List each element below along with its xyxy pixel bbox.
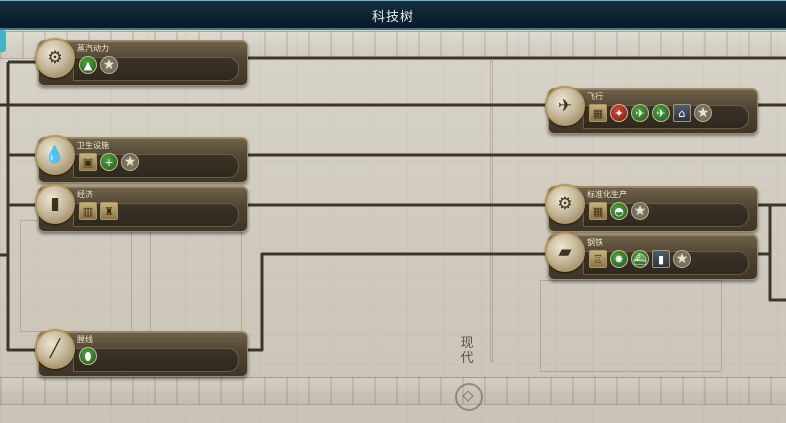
star-icon[interactable]: ★ bbox=[673, 250, 691, 268]
great-work-icon[interactable]: ✦ bbox=[610, 104, 628, 122]
tech-node-sanitation[interactable]: 💧 卫生设施 ▣ + ★ bbox=[35, 135, 248, 183]
tech-tree-title-bar: 科技树 bbox=[0, 0, 786, 30]
stock-exchange-icon[interactable]: ▥ bbox=[79, 202, 97, 220]
star-icon[interactable]: ★ bbox=[100, 56, 118, 74]
airplane-icon: ✈ bbox=[545, 86, 585, 126]
building-icon[interactable]: ▣ bbox=[79, 153, 97, 171]
tech-node-mass-production[interactable]: ⚙ 标准化生产 ▦ ◓ ★ bbox=[545, 184, 758, 232]
unlock-icons: ⬮ bbox=[79, 347, 97, 365]
tech-node-steam-power[interactable]: ⚙ 蒸汽动力 ▲ ★ bbox=[35, 38, 248, 86]
tech-name: 标准化生产 bbox=[587, 190, 627, 199]
unlock-icons: ♖ ✸ ⛴ ▮ ★ bbox=[589, 250, 691, 268]
health-plus-icon[interactable]: + bbox=[100, 153, 118, 171]
window-title: 科技树 bbox=[371, 10, 414, 25]
landscape-icon[interactable]: ▲ bbox=[79, 56, 97, 74]
left-scroll-handle[interactable] bbox=[0, 30, 6, 52]
tower-icon[interactable]: ♖ bbox=[589, 250, 607, 268]
helmet-icon[interactable]: ◓ bbox=[610, 202, 628, 220]
compass-icon bbox=[455, 383, 483, 411]
water-drop-icon: 💧 bbox=[35, 135, 75, 175]
tech-node-steel[interactable]: ▰ 钢铁 ♖ ✸ ⛴ ▮ ★ bbox=[545, 232, 758, 280]
tech-name: 膛线 bbox=[77, 335, 93, 344]
tech-node-economics[interactable]: ▮ 经济 ▥ ♜ bbox=[35, 184, 248, 232]
engine-icon: ⚙ bbox=[35, 38, 75, 78]
tech-node-flight[interactable]: ✈ 飞行 ▦ ✦ ✈ ✈ ⌂ ★ bbox=[545, 86, 758, 134]
tech-name: 飞行 bbox=[587, 92, 603, 101]
battleship-icon[interactable]: ⛴ bbox=[631, 250, 649, 268]
artillery-icon[interactable]: ✸ bbox=[610, 250, 628, 268]
fighter-icon[interactable]: ✈ bbox=[652, 104, 670, 122]
unlock-icons: ▦ ◓ ★ bbox=[589, 202, 649, 220]
tech-node-track bbox=[73, 348, 239, 372]
tech-name: 卫生设施 bbox=[77, 141, 109, 150]
unlock-icons: ▥ ♜ bbox=[79, 202, 118, 220]
gears-icon: ⚙ bbox=[545, 184, 585, 224]
factory-icon[interactable]: ▦ bbox=[589, 202, 607, 220]
tech-name: 蒸汽动力 bbox=[77, 44, 109, 53]
bar-chart-icon: ▮ bbox=[35, 184, 75, 224]
connector-rifling-to-steel bbox=[246, 252, 548, 352]
connector-left-trunk bbox=[0, 103, 38, 352]
wonder-tower-icon[interactable]: ♜ bbox=[100, 202, 118, 220]
star-icon[interactable]: ★ bbox=[694, 104, 712, 122]
unlock-icons: ▲ ★ bbox=[79, 56, 118, 74]
tech-node-rifling[interactable]: ╱ 膛线 ⬮ bbox=[35, 329, 248, 377]
building-icon[interactable]: ▦ bbox=[589, 104, 607, 122]
flag-icon[interactable]: ▮ bbox=[652, 250, 670, 268]
observatory-icon[interactable]: ⌂ bbox=[673, 104, 691, 122]
star-icon[interactable]: ★ bbox=[121, 153, 139, 171]
steel-beam-icon: ▰ bbox=[545, 232, 585, 272]
tech-name: 经济 bbox=[77, 190, 93, 199]
biplane-icon[interactable]: ✈ bbox=[631, 104, 649, 122]
unlock-icons: ▦ ✦ ✈ ✈ ⌂ ★ bbox=[589, 104, 712, 122]
star-icon[interactable]: ★ bbox=[631, 202, 649, 220]
unlock-icons: ▣ + ★ bbox=[79, 153, 139, 171]
tech-name: 钢铁 bbox=[587, 238, 603, 247]
rifle-icon: ╱ bbox=[35, 329, 75, 369]
infantry-icon[interactable]: ⬮ bbox=[79, 347, 97, 365]
era-label: 现代 bbox=[460, 336, 474, 366]
